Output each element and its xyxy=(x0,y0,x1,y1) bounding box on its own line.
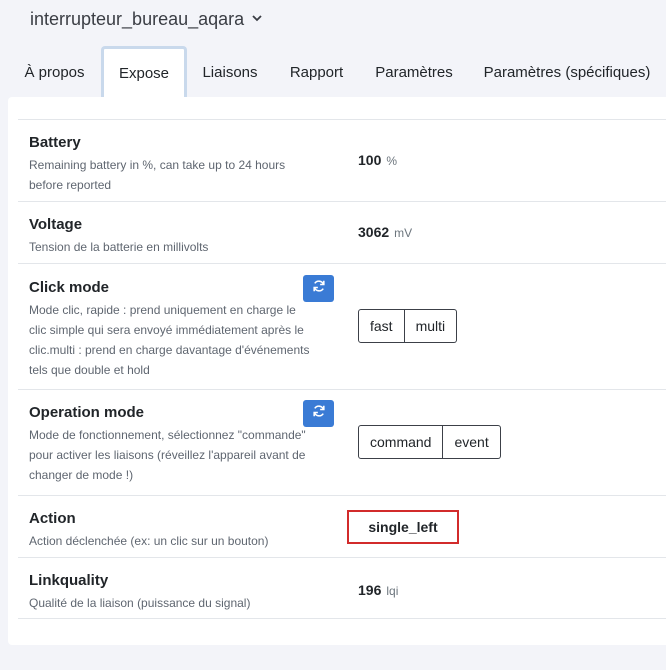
feature-description: Tension de la batterie en millivolts xyxy=(29,240,209,254)
feature-name: Operation mode xyxy=(29,404,145,421)
device-name: interrupteur_bureau_aqara xyxy=(30,8,245,29)
feature-description: Mode de fonctionnement, sélectionnez "co… xyxy=(29,428,306,482)
feature-description: Mode clic, rapide : prend uniquement en … xyxy=(29,303,310,377)
refresh-icon xyxy=(312,404,326,423)
linkquality-value: 196 lqi xyxy=(358,582,399,598)
feature-row-action: Action Action déclenchée (ex: un clic su… xyxy=(18,495,666,557)
feature-name: Linkquality xyxy=(29,572,109,589)
action-value-highlighted: single_left xyxy=(347,510,459,544)
operation-mode-event-option[interactable]: event xyxy=(443,425,501,459)
device-page: interrupteur_bureau_aqara À propos Expos… xyxy=(0,0,666,670)
click-mode-selector: fast multi xyxy=(358,309,458,343)
feature-row-click-mode: Click mode Mode clic, rapide : prend uni… xyxy=(18,263,666,389)
feature-name: Battery xyxy=(29,134,81,151)
feature-name: Voltage xyxy=(29,216,83,233)
feature-description: Qualité de la liaison (puissance du sign… xyxy=(29,596,251,610)
unit-label: lqi xyxy=(386,584,399,598)
refresh-operation-mode-button[interactable] xyxy=(303,400,334,427)
unit-label: % xyxy=(386,154,398,168)
refresh-click-mode-button[interactable] xyxy=(303,275,334,302)
operation-mode-selector: command event xyxy=(358,425,501,459)
feature-row-linkquality: Linkquality Qualité de la liaison (puiss… xyxy=(18,557,666,619)
tab-about[interactable]: À propos xyxy=(8,46,101,98)
feature-row-voltage: Voltage Tension de la batterie en milliv… xyxy=(18,201,666,263)
feature-row-operation-mode: Operation mode Mode de fonctionnement, s… xyxy=(18,389,666,495)
chevron-down-icon xyxy=(252,13,262,25)
click-mode-multi-option[interactable]: multi xyxy=(404,309,458,343)
tab-settings[interactable]: Paramètres xyxy=(360,46,468,98)
unit-label: mV xyxy=(394,226,413,240)
operation-mode-command-option[interactable]: command xyxy=(358,425,444,459)
feature-row-battery: Battery Remaining battery in %, can take… xyxy=(18,119,666,201)
feature-description: Action déclenchée (ex: un clic sur un bo… xyxy=(29,534,269,548)
feature-description: Remaining battery in %, can take up to 2… xyxy=(29,158,286,192)
feature-name: Action xyxy=(29,510,76,527)
battery-value: 100 % xyxy=(358,152,398,168)
tab-expose[interactable]: Expose xyxy=(101,46,187,98)
voltage-value: 3062 mV xyxy=(358,224,413,240)
feature-list: Battery Remaining battery in %, can take… xyxy=(18,119,666,619)
click-mode-fast-option[interactable]: fast xyxy=(358,309,405,343)
tab-bar: À propos Expose Liaisons Rapport Paramèt… xyxy=(8,46,666,98)
feature-name: Click mode xyxy=(29,279,110,296)
tab-specific-settings[interactable]: Paramètres (spécifiques) xyxy=(468,46,666,98)
device-selector[interactable]: interrupteur_bureau_aqara xyxy=(30,6,262,32)
expose-panel: Battery Remaining battery in %, can take… xyxy=(8,97,666,645)
refresh-icon xyxy=(312,279,326,298)
tab-reporting[interactable]: Rapport xyxy=(273,46,360,98)
tab-bindings[interactable]: Liaisons xyxy=(187,46,273,98)
